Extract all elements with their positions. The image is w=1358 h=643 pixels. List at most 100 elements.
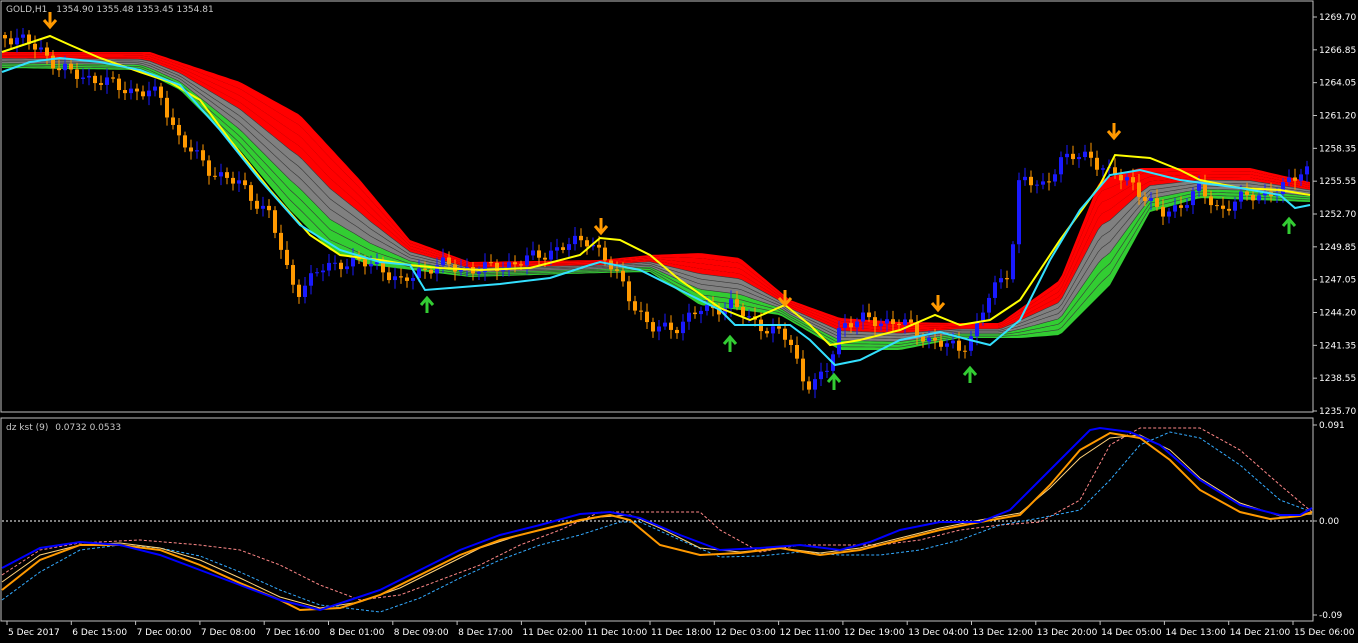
candle-body[interactable]	[291, 265, 295, 285]
candle-body[interactable]	[21, 34, 25, 38]
candle-body[interactable]	[93, 75, 97, 84]
candle-body[interactable]	[645, 311, 649, 323]
candle-body[interactable]	[1305, 166, 1309, 175]
candle-body[interactable]	[891, 319, 895, 324]
candle-body[interactable]	[861, 312, 865, 322]
candle-body[interactable]	[651, 322, 655, 332]
candle-body[interactable]	[675, 329, 679, 334]
candle-body[interactable]	[189, 147, 193, 152]
candle-body[interactable]	[447, 257, 451, 265]
candle-body[interactable]	[735, 299, 739, 307]
candle-body[interactable]	[129, 88, 133, 94]
candle-body[interactable]	[1161, 206, 1165, 217]
candle-body[interactable]	[567, 244, 571, 250]
candle-body[interactable]	[75, 69, 79, 79]
candle-body[interactable]	[45, 47, 49, 56]
candle-body[interactable]	[681, 321, 685, 334]
candle-body[interactable]	[795, 344, 799, 359]
candle-body[interactable]	[69, 63, 73, 70]
candle-body[interactable]	[441, 257, 445, 266]
candle-body[interactable]	[123, 90, 127, 94]
candle-body[interactable]	[1035, 184, 1039, 186]
candle-body[interactable]	[147, 90, 151, 97]
candle-body[interactable]	[909, 319, 913, 323]
candle-body[interactable]	[477, 272, 481, 274]
candle-body[interactable]	[531, 250, 535, 256]
candle-body[interactable]	[111, 77, 115, 79]
candle-body[interactable]	[927, 337, 931, 342]
candle-body[interactable]	[951, 340, 955, 344]
candle-body[interactable]	[3, 35, 7, 39]
candle-body[interactable]	[87, 75, 91, 78]
candle-body[interactable]	[1083, 151, 1087, 158]
candle-body[interactable]	[285, 249, 289, 266]
candle-body[interactable]	[345, 266, 349, 270]
candle-body[interactable]	[1281, 182, 1285, 195]
candle-body[interactable]	[615, 269, 619, 271]
candle-body[interactable]	[573, 235, 577, 245]
candle-body[interactable]	[1047, 181, 1051, 183]
candle-body[interactable]	[855, 321, 859, 328]
candle-body[interactable]	[201, 150, 205, 161]
candle-body[interactable]	[1077, 157, 1081, 160]
candle-body[interactable]	[1257, 195, 1261, 201]
candle-body[interactable]	[1293, 177, 1297, 181]
candle-body[interactable]	[465, 266, 469, 268]
candle-body[interactable]	[957, 340, 961, 351]
candle-body[interactable]	[543, 257, 547, 260]
candle-body[interactable]	[381, 262, 385, 273]
candle-body[interactable]	[393, 276, 397, 281]
candle-body[interactable]	[1209, 196, 1213, 206]
candle-body[interactable]	[963, 350, 967, 352]
candle-body[interactable]	[939, 340, 943, 347]
candle-body[interactable]	[255, 200, 259, 209]
candle-body[interactable]	[339, 262, 343, 270]
candle-body[interactable]	[663, 322, 667, 327]
candle-body[interactable]	[1011, 244, 1015, 280]
candle-body[interactable]	[903, 319, 907, 325]
candle-body[interactable]	[399, 276, 403, 278]
candle-body[interactable]	[1299, 174, 1303, 181]
candle-body[interactable]	[1185, 205, 1189, 208]
candle-body[interactable]	[165, 97, 169, 118]
candle-body[interactable]	[699, 310, 703, 315]
candle-body[interactable]	[513, 262, 517, 265]
candle-body[interactable]	[1239, 191, 1243, 202]
candle-body[interactable]	[81, 77, 85, 79]
candle-body[interactable]	[1023, 176, 1027, 181]
candle-body[interactable]	[579, 235, 583, 241]
candle-body[interactable]	[999, 278, 1003, 283]
candle-body[interactable]	[1119, 174, 1123, 181]
candle-body[interactable]	[1053, 174, 1057, 182]
candle-body[interactable]	[987, 297, 991, 313]
candle-body[interactable]	[195, 150, 199, 152]
candle-body[interactable]	[429, 269, 433, 274]
candle-body[interactable]	[657, 326, 661, 332]
candle-body[interactable]	[1245, 191, 1249, 195]
candle-body[interactable]	[849, 323, 853, 328]
candle-body[interactable]	[549, 250, 553, 260]
candle-body[interactable]	[519, 264, 523, 266]
candle-body[interactable]	[267, 205, 271, 211]
candle-body[interactable]	[423, 268, 427, 270]
candle-body[interactable]	[231, 177, 235, 184]
candle-body[interactable]	[1041, 181, 1045, 185]
candle-body[interactable]	[825, 370, 829, 372]
candle-body[interactable]	[915, 322, 919, 337]
candle-body[interactable]	[99, 83, 103, 85]
candle-body[interactable]	[39, 47, 43, 50]
candle-body[interactable]	[1227, 208, 1231, 211]
candle-body[interactable]	[1251, 194, 1255, 201]
candle-body[interactable]	[621, 270, 625, 282]
candle-body[interactable]	[303, 285, 307, 297]
candle-body[interactable]	[585, 240, 589, 247]
candle-body[interactable]	[315, 272, 319, 274]
candle-body[interactable]	[561, 247, 565, 250]
candle-body[interactable]	[1203, 183, 1207, 197]
candle-body[interactable]	[879, 323, 883, 327]
candle-body[interactable]	[1143, 196, 1147, 201]
candle-body[interactable]	[771, 326, 775, 334]
candle-body[interactable]	[813, 379, 817, 390]
candle-body[interactable]	[1167, 211, 1171, 217]
candle-body[interactable]	[153, 86, 157, 91]
